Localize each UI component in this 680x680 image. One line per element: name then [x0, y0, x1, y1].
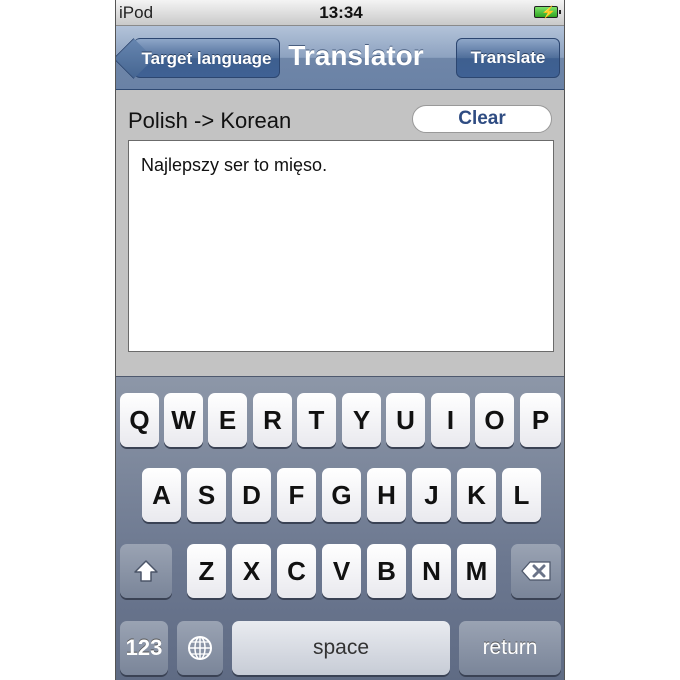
key-g[interactable]: G: [322, 468, 361, 522]
key-p[interactable]: P: [520, 393, 561, 447]
backspace-key[interactable]: [511, 544, 561, 598]
numbers-key[interactable]: 123: [120, 621, 168, 675]
return-key[interactable]: return: [459, 621, 561, 675]
shift-key[interactable]: [120, 544, 172, 598]
key-h[interactable]: H: [367, 468, 406, 522]
page-title: Translator: [288, 40, 424, 71]
key-w[interactable]: W: [164, 393, 203, 447]
key-k[interactable]: K: [457, 468, 496, 522]
clear-button[interactable]: Clear: [412, 105, 552, 133]
key-d[interactable]: D: [232, 468, 271, 522]
key-l[interactable]: L: [502, 468, 541, 522]
key-b[interactable]: B: [367, 544, 406, 598]
navigation-bar: Target language Translator Translate: [116, 26, 564, 90]
device-screen: iPod 13:34 ⚡ Target language Translator …: [115, 0, 565, 680]
key-e[interactable]: E: [208, 393, 247, 447]
key-r[interactable]: R: [253, 393, 292, 447]
key-y[interactable]: Y: [342, 393, 381, 447]
key-i[interactable]: I: [431, 393, 470, 447]
status-time: 13:34: [319, 3, 363, 22]
key-n[interactable]: N: [412, 544, 451, 598]
key-x[interactable]: X: [232, 544, 271, 598]
status-bar: iPod 13:34 ⚡: [116, 0, 564, 26]
key-f[interactable]: F: [277, 468, 316, 522]
battery-icon: ⚡: [534, 5, 561, 19]
keyboard: Q W E R T Y U I O P A S D F G H J K L Z …: [116, 376, 564, 680]
key-m[interactable]: M: [457, 544, 496, 598]
backspace-icon: [521, 561, 551, 581]
key-o[interactable]: O: [475, 393, 514, 447]
language-pair-label: Polish -> Korean: [128, 108, 292, 133]
space-key[interactable]: space: [232, 621, 450, 675]
key-s[interactable]: S: [187, 468, 226, 522]
globe-key[interactable]: [177, 621, 223, 675]
key-z[interactable]: Z: [187, 544, 226, 598]
shift-arrow-icon: [134, 560, 158, 582]
key-j[interactable]: J: [412, 468, 451, 522]
key-q[interactable]: Q: [120, 393, 159, 447]
back-button[interactable]: Target language: [116, 37, 280, 80]
key-t[interactable]: T: [297, 393, 336, 447]
key-c[interactable]: C: [277, 544, 316, 598]
back-button-label: Target language: [141, 49, 272, 68]
charging-bolt-icon: ⚡: [541, 5, 556, 19]
key-u[interactable]: U: [386, 393, 425, 447]
globe-icon: [188, 636, 212, 660]
key-a[interactable]: A: [142, 468, 181, 522]
key-v[interactable]: V: [322, 544, 361, 598]
content-area: Polish -> Korean Clear Najlepszy ser to …: [116, 90, 564, 376]
source-text-input[interactable]: Najlepszy ser to mięso.: [128, 140, 554, 352]
translate-button[interactable]: Translate: [456, 38, 560, 78]
